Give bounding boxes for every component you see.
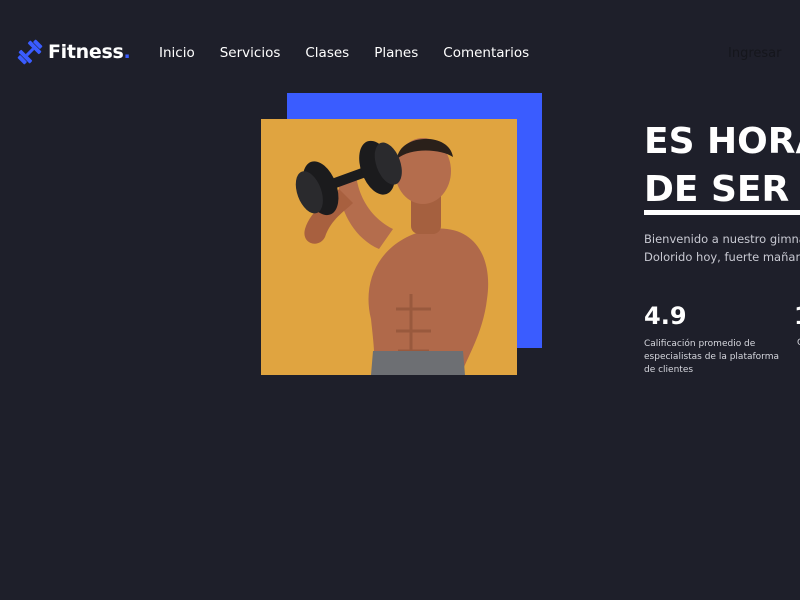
stat-rating-label: Calificación promedio de especialistas d…	[644, 339, 779, 375]
hero-underline	[644, 210, 800, 215]
hero-description-line2: Dolorido hoy, fuerte mañana	[644, 250, 800, 264]
brand-logo[interactable]: Fitness.	[16, 38, 131, 66]
main-nav: Inicio Servicios Clases Planes Comentari…	[159, 45, 529, 61]
hero-photo	[261, 119, 517, 375]
nav-link-clases[interactable]: Clases	[305, 45, 349, 61]
nav-link-servicios[interactable]: Servicios	[220, 45, 281, 61]
landing-page: Fitness. Inicio Servicios Clases Planes …	[0, 0, 800, 600]
stat-rating-value: 4.9	[644, 302, 687, 330]
nav-link-inicio[interactable]: Inicio	[159, 45, 195, 61]
stat-second-value: 1	[794, 302, 800, 330]
brand-name: Fitness	[48, 41, 124, 63]
hero-title-line2: DE SER	[644, 169, 790, 210]
hero-title: ES HORA DE SER	[644, 118, 800, 214]
nav-link-comentarios[interactable]: Comentarios	[443, 45, 529, 61]
hero-title-line1: ES HORA	[644, 121, 800, 162]
hero-description-line1: Bienvenido a nuestro gimna	[644, 232, 800, 246]
athlete-illustration	[261, 119, 517, 375]
nav-link-planes[interactable]: Planes	[374, 45, 418, 61]
brand-dot: .	[123, 41, 131, 63]
hero-description: Bienvenido a nuestro gimna Dolorido hoy,…	[644, 230, 800, 266]
dumbbell-icon	[17, 39, 43, 65]
login-link[interactable]: Ingresar	[728, 46, 781, 61]
